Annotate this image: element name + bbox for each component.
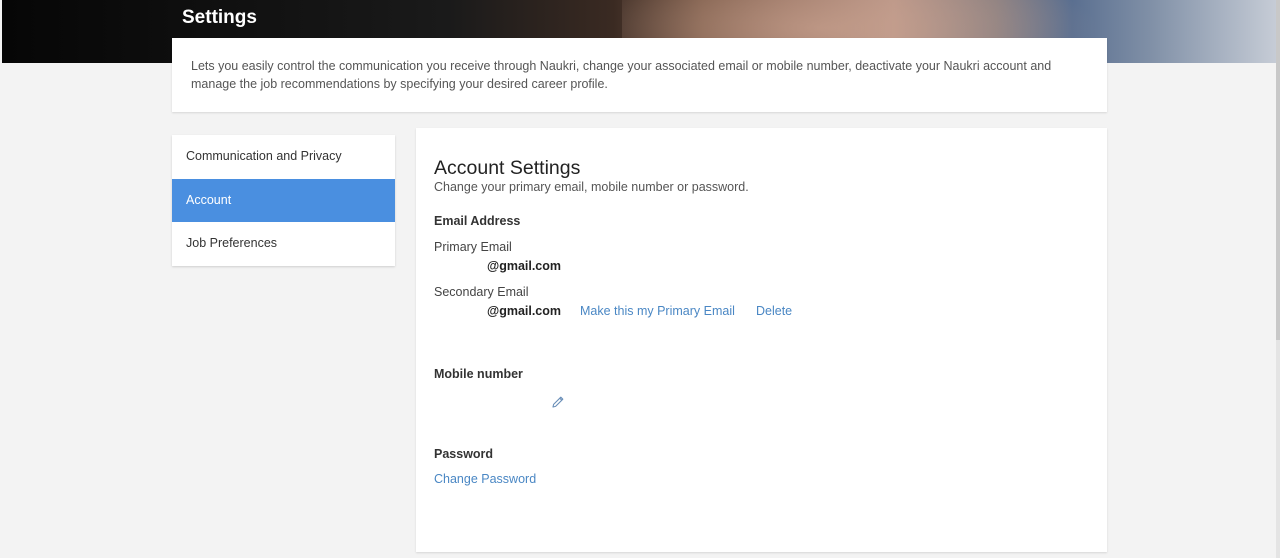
delete-secondary-email-link[interactable]: Delete: [756, 304, 792, 318]
sidebar-item-job-preferences[interactable]: Job Preferences: [172, 222, 395, 266]
secondary-email-label: Secondary Email: [434, 285, 529, 299]
panel-title: Account Settings: [434, 157, 581, 179]
page-title: Settings: [182, 7, 257, 28]
settings-sidebar: Communication and Privacy Account Job Pr…: [172, 135, 395, 266]
email-section-heading: Email Address: [434, 214, 521, 228]
account-settings-panel: Account Settings Change your primary ema…: [416, 128, 1107, 552]
pencil-icon[interactable]: [550, 394, 566, 410]
secondary-email-value: @gmail.com: [487, 304, 562, 318]
primary-email-label: Primary Email: [434, 240, 512, 254]
primary-email-value: @gmail.com: [487, 259, 562, 273]
panel-subtitle: Change your primary email, mobile number…: [434, 180, 749, 194]
password-section-heading: Password: [434, 447, 494, 461]
sidebar-item-account[interactable]: Account: [172, 178, 395, 222]
scrollbar-thumb[interactable]: [1276, 0, 1280, 340]
make-primary-email-link[interactable]: Make this my Primary Email: [580, 304, 735, 318]
change-password-link[interactable]: Change Password: [434, 472, 536, 486]
sidebar-item-communication-privacy[interactable]: Communication and Privacy: [172, 135, 395, 179]
settings-intro: Lets you easily control the communicatio…: [172, 38, 1107, 112]
page-scrollbar[interactable]: [1276, 0, 1280, 558]
mobile-section-heading: Mobile number: [434, 367, 523, 381]
